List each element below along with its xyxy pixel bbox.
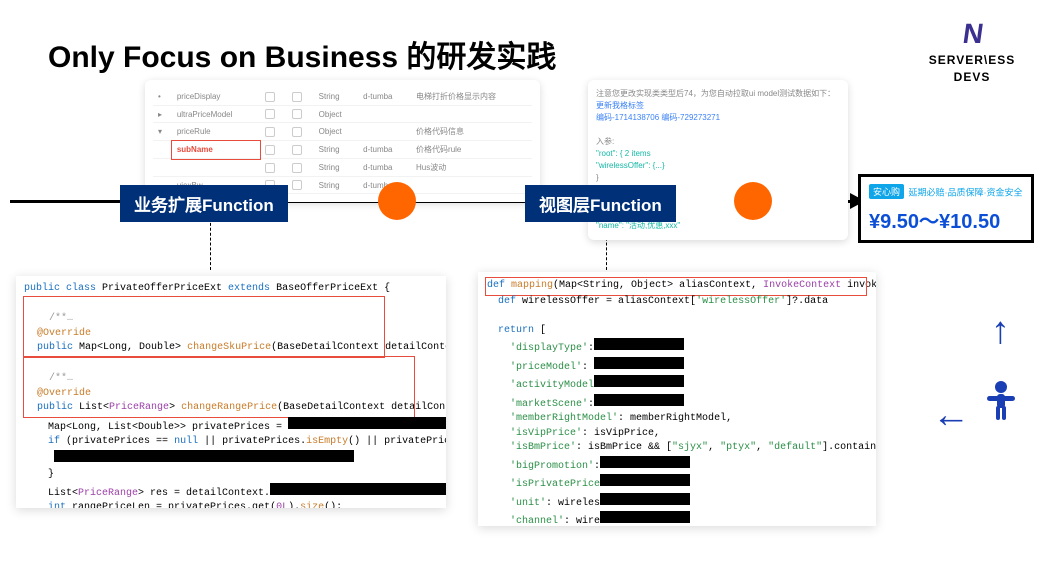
edit-icon[interactable]	[292, 92, 302, 102]
circle-domain-model	[378, 182, 416, 220]
redacted-code	[54, 450, 354, 462]
arrow-up-icon: ↑	[991, 310, 1010, 353]
table-row: ▾priceRuleObject价格代码信息	[153, 123, 532, 141]
redacted-code	[600, 493, 690, 505]
price-output-box: 安心购 延期必赔·品质保障·资金安全 ¥9.50～¥10.50	[858, 174, 1034, 243]
copy-icon[interactable]	[265, 145, 275, 155]
node-view-layer: 视图层Function	[525, 185, 676, 222]
redacted-code	[600, 511, 690, 523]
logo-text-1: SERVER\ESS	[912, 54, 1032, 67]
edit-icon[interactable]	[292, 180, 302, 190]
schema-table-card: •priceDisplayStringd-tumba电梯打折价格显示内容 ▸ul…	[145, 80, 540, 202]
req-line: "root": { 2 items	[596, 148, 840, 160]
page-title: Only Focus on Business 的研发实践	[48, 32, 556, 76]
copy-icon[interactable]	[265, 109, 275, 119]
table-row-highlighted: subNameStringd-tumba价格代码rule	[153, 141, 532, 159]
copy-icon[interactable]	[265, 163, 275, 173]
copy-icon[interactable]	[265, 92, 275, 102]
table-row: •priceDisplayStringd-tumba电梯打折价格显示内容	[153, 88, 532, 106]
circle-view-model	[734, 182, 772, 220]
code-panel-java: public class PrivateOfferPriceExt extend…	[16, 276, 446, 508]
req-line: 入参:	[596, 136, 840, 148]
redacted-code	[594, 394, 684, 406]
table-row: Stringd-tumbaHus波动	[153, 159, 532, 177]
table-row: ▸ultraPriceModelObject	[153, 106, 532, 123]
edit-icon[interactable]	[292, 109, 302, 119]
code-panel-groovy: def mapping(Map<String, Object> aliasCon…	[478, 272, 876, 526]
req-ids: 编码-1714138706 编码-729273271	[596, 112, 840, 124]
node-biz-extension: 业务扩展Function	[120, 185, 288, 222]
redacted-code	[594, 338, 684, 350]
brand-logo: N SERVER\ESS DEVS	[912, 18, 1032, 84]
edit-icon[interactable]	[292, 163, 302, 173]
req-line: "wirelessOffer": {...}	[596, 160, 840, 172]
redacted-code	[600, 456, 690, 468]
price-badge: 安心购	[869, 184, 904, 199]
logo-mark: N	[961, 18, 984, 50]
redacted-code	[600, 474, 690, 486]
req-line: }	[596, 172, 840, 184]
schema-table: •priceDisplayStringd-tumba电梯打折价格显示内容 ▸ul…	[153, 88, 532, 194]
edit-icon[interactable]	[292, 145, 302, 155]
edit-icon[interactable]	[292, 127, 302, 137]
redacted-code	[270, 483, 446, 495]
redacted-code	[594, 375, 684, 387]
price-subtitle: 延期必赔·品质保障·资金安全	[908, 187, 1022, 197]
arrow-left-icon: ←	[932, 394, 970, 437]
connector-biz	[210, 218, 211, 270]
person-icon	[984, 380, 1018, 431]
copy-icon[interactable]	[265, 127, 275, 137]
req-line: 注意您更改实现类类型后74，为您自动拉取ui model测试数据如下：	[596, 88, 840, 100]
redacted-code	[594, 357, 684, 369]
price-main: ¥9.50～¥10.50	[869, 205, 1023, 234]
req-link[interactable]: 更新我格标签	[596, 100, 840, 112]
redacted-code	[288, 417, 446, 429]
logo-text-2: DEVS	[912, 71, 1032, 84]
